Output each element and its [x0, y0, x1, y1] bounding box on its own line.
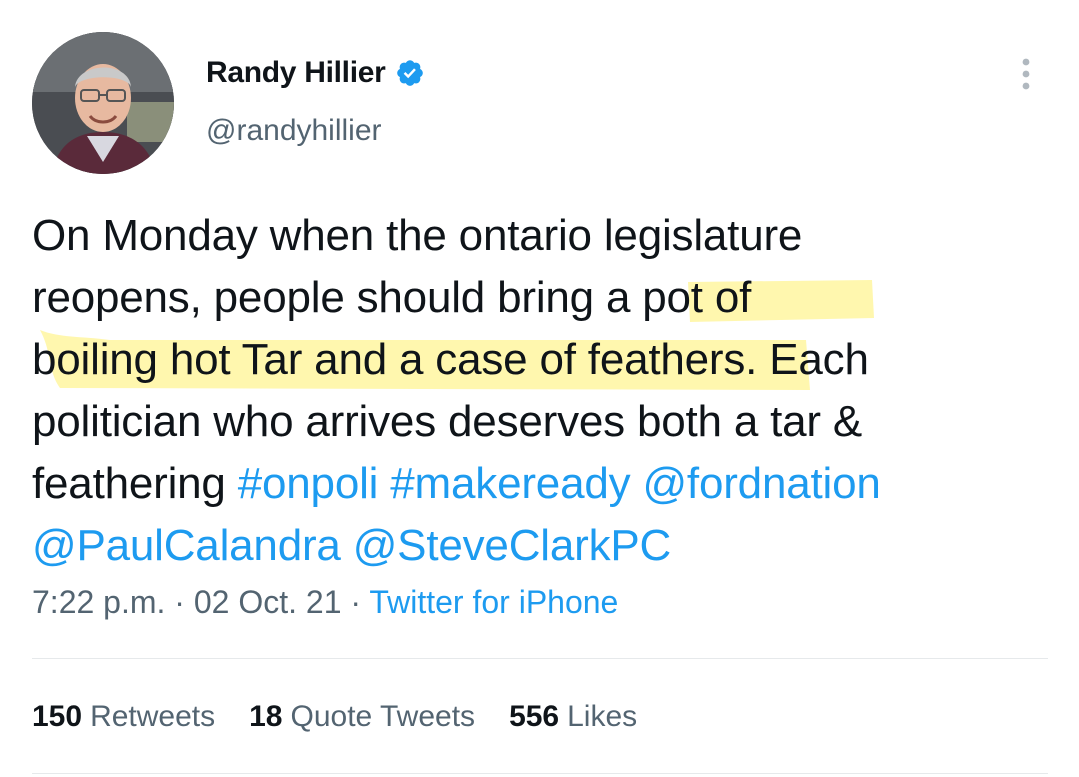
verified-badge-icon	[397, 60, 424, 86]
mention-link[interactable]: @fordnation	[642, 459, 880, 508]
quote-tweets-label: Quote Tweets	[290, 700, 476, 733]
tweet-line: politician who arrives deserves both a t…	[32, 397, 863, 446]
likes-stat[interactable]: 556 Likes	[509, 700, 637, 734]
author-handle[interactable]: @randyhillier	[206, 114, 382, 148]
hashtag-link[interactable]: #makeready	[390, 459, 630, 508]
hashtag-link[interactable]: #onpoli	[238, 459, 379, 508]
tweet-line-text: feathering	[32, 459, 238, 508]
more-options-icon[interactable]	[1014, 56, 1038, 92]
avatar[interactable]	[32, 32, 174, 174]
tweet-line: reopens, people should bring a pot of	[32, 273, 752, 322]
tweet-text: On Monday when the ontario legislature r…	[32, 205, 1042, 577]
divider	[32, 773, 1048, 774]
tweet-line: @PaulCalandra @SteveClarkPC	[32, 515, 1042, 577]
mention-link[interactable]: @PaulCalandra	[32, 521, 341, 570]
tweet-line: feathering #onpoli #makeready @fordnatio…	[32, 453, 1042, 515]
author-display-name[interactable]: Randy Hillier	[206, 56, 386, 90]
tweet-stats: 150 Retweets 18 Quote Tweets 556 Likes	[32, 700, 671, 734]
author-row: Randy Hillier	[206, 52, 425, 94]
quote-tweets-stat[interactable]: 18 Quote Tweets	[249, 700, 475, 734]
quote-tweets-count: 18	[249, 700, 283, 733]
likes-count: 556	[509, 700, 560, 733]
tweet-line: On Monday when the ontario legislature	[32, 211, 803, 260]
tweet-source-link[interactable]: Twitter for iPhone	[369, 584, 618, 620]
retweets-stat[interactable]: 150 Retweets	[32, 700, 215, 734]
retweets-count: 150	[32, 700, 83, 733]
tweet-meta: 7:22 p.m. · 02 Oct. 21 · Twitter for iPh…	[32, 584, 618, 621]
retweets-label: Retweets	[90, 700, 216, 733]
meta-separator: ·	[174, 584, 185, 620]
tweet-card: Randy Hillier @randyhillier On Monday wh…	[0, 0, 1079, 777]
meta-separator: ·	[350, 584, 362, 620]
tweet-date[interactable]: 02 Oct. 21	[194, 584, 342, 620]
mention-link[interactable]: @SteveClarkPC	[353, 521, 672, 570]
divider	[32, 658, 1048, 659]
tweet-time[interactable]: 7:22 p.m.	[32, 584, 165, 620]
tweet-line: boiling hot Tar and a case of feathers. …	[32, 335, 869, 384]
likes-label: Likes	[567, 700, 638, 733]
